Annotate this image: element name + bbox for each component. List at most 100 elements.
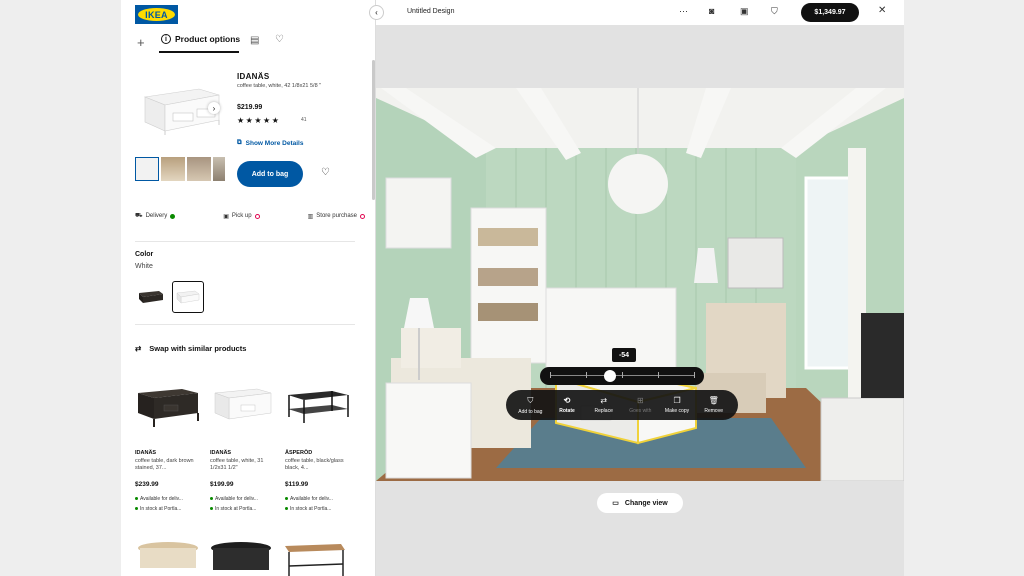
available-dot bbox=[170, 213, 176, 219]
image-thumbnails bbox=[135, 157, 225, 181]
product-name: IDANÄS bbox=[237, 72, 270, 81]
color-value: White bbox=[135, 263, 153, 270]
similar-product-image[interactable] bbox=[285, 544, 345, 576]
rotate-icon: ⟲ bbox=[563, 396, 571, 405]
color-label: Color bbox=[135, 251, 154, 258]
favorite-heart-icon[interactable]: ♡ bbox=[321, 167, 330, 178]
pickup-label: Pick up bbox=[231, 213, 252, 219]
similar-product-price: $199.99 bbox=[210, 480, 234, 488]
unavailable-dot bbox=[360, 213, 365, 219]
similar-product-image[interactable] bbox=[138, 542, 198, 568]
logo-text: IKEA bbox=[145, 9, 168, 20]
room-scene[interactable]: -54 ⛉ Add to bag ⟲ Rotate ⇄ Replace ⊞ Go… bbox=[376, 88, 904, 481]
basket-icon: ⛉ bbox=[527, 395, 534, 405]
cart-total-button[interactable]: $1,349.97 bbox=[801, 3, 859, 22]
camera-icon[interactable]: ◙ bbox=[709, 6, 714, 16]
color-swatch-white[interactable] bbox=[172, 281, 204, 313]
similar-product-image bbox=[135, 378, 201, 438]
external-link-icon: ⧉ bbox=[237, 139, 242, 146]
similar-product-card[interactable]: IDANÄS coffee table, white, 31 1/2x31 1/… bbox=[210, 378, 276, 512]
favorites-heart-icon[interactable]: ♡ bbox=[275, 34, 284, 45]
similar-product-desc: coffee table, black/glass black, 4... bbox=[285, 458, 344, 471]
make-copy-action[interactable]: ❐ Make copy bbox=[659, 396, 696, 414]
show-more-details-label: Show More Details bbox=[245, 139, 304, 147]
more-icon[interactable]: ⋯ bbox=[679, 6, 688, 17]
tab-product-options-label: Product options bbox=[175, 34, 241, 44]
slider-tick bbox=[586, 372, 587, 378]
availability-store: In stock at Portla... bbox=[210, 506, 276, 512]
delivery-option[interactable]: ⛟ Delivery bbox=[135, 212, 176, 220]
goes-with-action[interactable]: ⊞ Goes with bbox=[622, 396, 659, 414]
similar-product-name: IDANÄS bbox=[135, 450, 157, 456]
product-panel: IKEA + i Product options ▤ ♡ › IDANÄS co… bbox=[121, 0, 376, 576]
delivery-label: Delivery bbox=[145, 213, 168, 219]
store-purchase-option[interactable]: ▥ Store purchase bbox=[308, 212, 365, 220]
more-similar-products bbox=[135, 538, 365, 576]
replace-action[interactable]: ⇄ Replace bbox=[585, 396, 622, 414]
thumbnail[interactable] bbox=[187, 157, 211, 181]
info-icon: i bbox=[161, 34, 171, 44]
truck-icon: ⛟ bbox=[135, 213, 143, 219]
availability-store: In stock at Portla... bbox=[135, 506, 201, 512]
next-image-chevron-icon[interactable]: › bbox=[208, 102, 220, 114]
add-to-bag-button[interactable]: Add to bag bbox=[237, 161, 303, 187]
ikea-logo[interactable]: IKEA bbox=[135, 5, 178, 24]
availability-store: In stock at Portla... bbox=[285, 506, 351, 512]
swap-icon: ⇄ bbox=[600, 396, 608, 405]
copy-icon: ❐ bbox=[673, 396, 681, 405]
close-icon[interactable]: ✕ bbox=[878, 5, 886, 16]
list-icon[interactable]: ▤ bbox=[250, 35, 259, 46]
save-icon[interactable]: ▣ bbox=[740, 6, 749, 17]
similar-product-desc: coffee table, dark brown stained, 37... bbox=[135, 458, 194, 471]
panel-scrollbar[interactable] bbox=[372, 60, 375, 200]
similar-product-image[interactable] bbox=[211, 542, 271, 570]
similar-product-card[interactable]: ÅSPERÖD coffee table, black/glass black,… bbox=[285, 378, 351, 512]
swap-similar-products[interactable]: ⇄ Swap with similar products bbox=[135, 344, 246, 353]
change-view-button[interactable]: ▭ Change view bbox=[597, 493, 683, 513]
active-tab-indicator bbox=[159, 51, 239, 53]
availability-delivery: Available for deliv... bbox=[135, 496, 201, 502]
pickup-option[interactable]: ▣ Pick up bbox=[223, 212, 260, 220]
similar-product-desc: coffee table, white, 31 1/2x31 1/2" bbox=[210, 458, 264, 471]
remove-action[interactable]: 🗑 Remove bbox=[695, 396, 732, 414]
divider bbox=[135, 241, 355, 242]
object-action-bar: ⛉ Add to bag ⟲ Rotate ⇄ Replace ⊞ Goes w… bbox=[506, 390, 738, 420]
add-tab-icon[interactable]: + bbox=[137, 35, 145, 50]
show-more-details-link[interactable]: ⧉ Show More Details bbox=[237, 139, 303, 147]
similar-product-price: $119.99 bbox=[285, 480, 309, 488]
similar-product-name: IDANÄS bbox=[210, 450, 232, 456]
similar-product-name: ÅSPERÖD bbox=[285, 450, 313, 456]
rating-stars: ★★★★★ bbox=[237, 116, 281, 125]
tab-product-options[interactable]: i Product options bbox=[161, 34, 240, 44]
availability-delivery: Available for deliv... bbox=[210, 496, 276, 502]
fulfillment-options: ⛟ Delivery ▣ Pick up ▥ Store purchase bbox=[135, 212, 365, 220]
similar-product-image bbox=[285, 378, 351, 438]
video-camera-icon: ▭ bbox=[612, 500, 619, 507]
basket-icon[interactable]: ⛉ bbox=[771, 6, 778, 17]
rotation-value: -54 bbox=[612, 348, 636, 362]
design-title[interactable]: Untitled Design bbox=[407, 8, 454, 15]
panel-tabs: + i Product options ▤ ♡ bbox=[121, 32, 375, 54]
slider-thumb[interactable] bbox=[604, 370, 617, 382]
collapse-panel-chevron-icon[interactable]: ‹ bbox=[369, 5, 384, 20]
thumbnail[interactable] bbox=[135, 157, 159, 181]
rotation-slider[interactable] bbox=[540, 367, 704, 385]
goes-with-icon: ⊞ bbox=[637, 396, 644, 405]
similar-product-card[interactable]: IDANÄS coffee table, dark brown stained,… bbox=[135, 378, 201, 512]
design-canvas[interactable]: -54 ⛉ Add to bag ⟲ Rotate ⇄ Replace ⊞ Go… bbox=[376, 25, 904, 576]
review-count: 41 bbox=[301, 117, 307, 123]
color-swatch-dark[interactable] bbox=[135, 281, 167, 313]
store-purchase-label: Store purchase bbox=[316, 213, 357, 219]
similar-product-image bbox=[210, 378, 276, 438]
divider bbox=[135, 324, 355, 325]
trash-icon: 🗑 bbox=[708, 396, 719, 405]
thumbnail[interactable] bbox=[161, 157, 185, 181]
add-to-bag-action[interactable]: ⛉ Add to bag bbox=[512, 396, 549, 415]
swap-label: Swap with similar products bbox=[149, 344, 247, 353]
thumbnail[interactable] bbox=[213, 157, 225, 181]
product-description: coffee table, white, 42 1/8x21 5/8 " bbox=[237, 83, 322, 89]
change-view-label: Change view bbox=[624, 499, 668, 507]
slider-tick bbox=[694, 372, 695, 378]
slider-tick bbox=[550, 372, 551, 378]
rotate-action[interactable]: ⟲ Rotate bbox=[549, 396, 586, 414]
